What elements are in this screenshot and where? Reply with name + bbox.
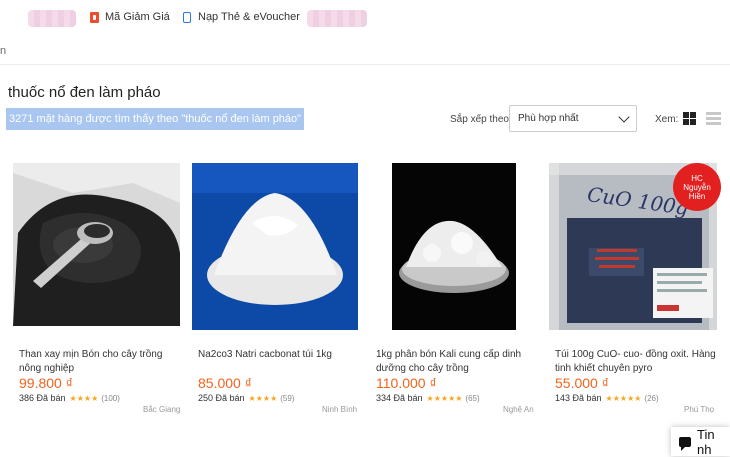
chat-button[interactable]: Tin nh (671, 426, 730, 457)
chat-bubble-icon (679, 436, 692, 451)
left-edge-text: n (0, 45, 7, 57)
view-label: Xem: (655, 114, 679, 125)
sold-count: 334 Đã bán (376, 393, 423, 403)
topup-link[interactable]: Nạp Thẻ & eVoucher (183, 11, 300, 23)
sort-selected-value: Phù hợp nhất (518, 113, 579, 124)
product-card[interactable]: Na2co3 Natri cacbonat túi 1kg 85.000 ₫ 2… (192, 163, 362, 414)
product-price: 85.000 ₫ (198, 375, 252, 391)
product-location: Phú Thọ (684, 405, 715, 414)
product-price: 55.000 ₫ (555, 375, 609, 391)
product-name: Túi 100g CuO- cuo- đồng oxit. Hàng tinh … (555, 349, 716, 374)
voucher-link-label: Mã Giảm Giá (105, 11, 170, 23)
rating-stars: ★★★★ (69, 393, 99, 403)
sold-count: 386 Đã bán (19, 393, 66, 403)
product-name: Than xay mịn Bón cho cây trồng nông nghi… (19, 349, 163, 374)
topup-icon (183, 11, 191, 23)
rating-stars: ★★★★ (248, 393, 278, 403)
product-price: 110.000 ₫ (376, 375, 437, 391)
result-count-text: 3271 mặt hàng được tìm thấy theo "thuốc … (6, 108, 305, 130)
product-location: Bắc Giang (143, 405, 181, 414)
review-count: (59) (280, 393, 295, 403)
product-location: Nghệ An (503, 405, 534, 414)
product-image-white-powder (192, 163, 358, 330)
product-name: 1kg phân bón Kali cung cấp dinh dưỡng ch… (376, 349, 522, 374)
search-query-title: thuốc nổ đen làm pháo (8, 84, 161, 101)
voucher-link[interactable]: Mã Giảm Giá (90, 11, 170, 23)
review-count: (65) (465, 393, 480, 403)
product-sold: 143 Đã bán ★★★★★ (26) (555, 393, 659, 403)
chevron-down-icon (618, 110, 630, 123)
product-price: 99.800 ₫ (19, 375, 73, 391)
blurred-nav-item (307, 10, 367, 27)
sold-count: 143 Đã bán (555, 393, 602, 403)
header-divider (0, 64, 730, 65)
badge-line-3: Hiền (688, 191, 706, 201)
product-name: Na2co3 Natri cacbonat túi 1kg (198, 349, 332, 360)
rating-stars: ★★★★★ (605, 393, 642, 403)
topup-link-label: Nạp Thẻ & eVoucher (198, 11, 300, 23)
review-count: (26) (644, 393, 659, 403)
product-image-charcoal (13, 163, 180, 326)
sold-count: 250 Đã bán (198, 393, 245, 403)
grid-view-icon[interactable] (683, 112, 696, 125)
blurred-logo (28, 10, 76, 27)
top-navigation: Mã Giảm Giá Nạp Thẻ & eVoucher (0, 0, 730, 38)
rating-stars: ★★★★★ (426, 393, 463, 403)
watermark-badge: HC Nguyễn Hiền (673, 163, 721, 211)
badge-line-1: HC (691, 173, 703, 183)
product-location: Ninh Bình (322, 405, 358, 414)
review-count: (100) (101, 393, 120, 403)
badge-line-2: Nguyễn (683, 182, 711, 192)
sort-label: Sắp xếp theo: (450, 114, 512, 125)
product-sold: 386 Đã bán ★★★★ (100) (19, 393, 120, 403)
voucher-icon (90, 11, 99, 23)
chat-label: Tin nh (697, 426, 715, 457)
product-card[interactable]: 1kg phân bón Kali cung cấp dinh dưỡng ch… (370, 163, 540, 414)
product-card[interactable]: Than xay mịn Bón cho cây trồng nông nghi… (13, 163, 183, 414)
product-sold: 334 Đã bán ★★★★★ (65) (376, 393, 480, 403)
product-image-white-powder-plate (392, 163, 516, 330)
list-view-icon[interactable] (706, 112, 721, 125)
sort-select[interactable]: Phù hợp nhất (509, 105, 637, 132)
product-sold: 250 Đã bán ★★★★ (59) (198, 393, 294, 403)
